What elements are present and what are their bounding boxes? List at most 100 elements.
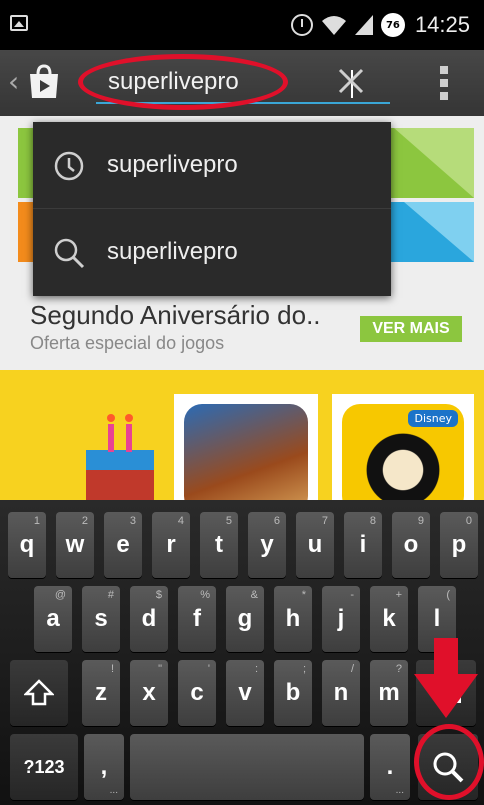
wifi-icon bbox=[321, 16, 346, 35]
key-hint: @ bbox=[54, 589, 66, 601]
status-bar: 76 14:25 bbox=[0, 0, 484, 50]
battery-level: 76 bbox=[385, 19, 400, 31]
key-label: b bbox=[285, 679, 301, 706]
back-chevron-icon[interactable]: ‹ bbox=[8, 68, 19, 96]
app-card-disney[interactable]: Disney bbox=[332, 394, 474, 514]
clear-icon[interactable] bbox=[336, 66, 366, 96]
battery-icon: 76 bbox=[380, 13, 405, 37]
suggestion-item-history[interactable]: superlivepro bbox=[33, 122, 391, 209]
key-hint: ! bbox=[110, 663, 114, 675]
key-label: e bbox=[116, 531, 130, 558]
key-b[interactable]: b; bbox=[274, 660, 312, 726]
key-hint: ? bbox=[395, 663, 402, 675]
overflow-menu-icon[interactable] bbox=[440, 66, 450, 100]
clock-time: 14:25 bbox=[414, 12, 470, 37]
key-hint: 5 bbox=[225, 515, 232, 527]
key-g[interactable]: g & bbox=[226, 586, 264, 652]
key-label: w bbox=[65, 531, 85, 558]
key-t[interactable]: t5 bbox=[200, 512, 238, 578]
key-y[interactable]: y6 bbox=[248, 512, 286, 578]
suggestion-item-search[interactable]: superlivepro bbox=[33, 209, 391, 296]
key-r[interactable]: r4 bbox=[152, 512, 190, 578]
key-label: p bbox=[451, 531, 467, 558]
key-label: f bbox=[193, 605, 201, 632]
key-q[interactable]: q1 bbox=[8, 512, 46, 578]
key-hint: * bbox=[301, 589, 306, 601]
period-more: ... bbox=[395, 785, 404, 796]
key-label: g bbox=[237, 605, 253, 632]
key-label: z bbox=[95, 679, 107, 706]
key-v[interactable]: v: bbox=[226, 660, 264, 726]
key-h[interactable]: h * bbox=[274, 586, 312, 652]
period-label: . bbox=[386, 753, 394, 780]
suggestion-text: superlivepro bbox=[107, 151, 238, 178]
app-card-game-1[interactable] bbox=[174, 394, 318, 514]
key-s[interactable]: s # bbox=[82, 586, 120, 652]
key-u[interactable]: u7 bbox=[296, 512, 334, 578]
space-key[interactable] bbox=[130, 734, 364, 800]
search-suggestions: superlivepro superlivepro bbox=[33, 122, 391, 296]
key-o[interactable]: o9 bbox=[392, 512, 430, 578]
key-label: i bbox=[359, 531, 367, 558]
key-hint: 4 bbox=[177, 515, 184, 527]
suggestion-text: superlivepro bbox=[107, 238, 238, 265]
shift-key[interactable] bbox=[10, 660, 68, 726]
disney-badge: Disney bbox=[408, 410, 458, 427]
key-hint: $ bbox=[155, 589, 162, 601]
key-label: l bbox=[433, 605, 441, 632]
key-c[interactable]: c ' bbox=[178, 660, 216, 726]
symbols-key[interactable]: ?123 bbox=[10, 734, 78, 800]
promo-subtitle: Oferta especial do jogos bbox=[30, 333, 225, 353]
alarm-icon bbox=[290, 14, 313, 36]
key-e[interactable]: e3 bbox=[104, 512, 142, 578]
key-a[interactable]: a @ bbox=[34, 586, 72, 652]
key-label: u bbox=[307, 531, 323, 558]
play-store-icon[interactable] bbox=[26, 64, 62, 100]
key-m[interactable]: m? bbox=[370, 660, 408, 726]
key-hint: & bbox=[250, 589, 258, 601]
key-label: c bbox=[190, 679, 204, 706]
shift-arrow-icon bbox=[24, 679, 54, 706]
key-hint: 6 bbox=[273, 515, 280, 527]
key-hint: 0 bbox=[465, 515, 472, 527]
key-label: o bbox=[403, 531, 419, 558]
signal-icon bbox=[354, 15, 373, 35]
key-p[interactable]: p0 bbox=[440, 512, 478, 578]
key-hint: ; bbox=[302, 663, 306, 675]
key-hint: ( bbox=[446, 589, 450, 601]
comma-label: , bbox=[100, 753, 108, 780]
comma-key[interactable]: , ... bbox=[84, 734, 124, 800]
key-label: a bbox=[46, 605, 60, 632]
search-field-highlight-ring bbox=[78, 54, 288, 110]
red-arrow-down-icon bbox=[414, 638, 478, 718]
key-label: q bbox=[19, 531, 35, 558]
key-label: j bbox=[337, 605, 345, 632]
key-label: m bbox=[378, 679, 400, 706]
key-hint: # bbox=[107, 589, 114, 601]
key-hint: 8 bbox=[369, 515, 376, 527]
key-n[interactable]: n / bbox=[322, 660, 360, 726]
key-w[interactable]: w2 bbox=[56, 512, 94, 578]
key-z[interactable]: z! bbox=[82, 660, 120, 726]
search-key-highlight-ring bbox=[414, 724, 484, 800]
key-d[interactable]: d $ bbox=[130, 586, 168, 652]
key-hint: 1 bbox=[33, 515, 40, 527]
key-hint: ' bbox=[207, 663, 210, 675]
promo-apps-row: Disney bbox=[0, 370, 484, 514]
key-label: k bbox=[382, 605, 396, 632]
period-key[interactable]: . ... bbox=[370, 734, 410, 800]
key-hint: - bbox=[350, 589, 354, 601]
app-icon-disney: Disney bbox=[342, 404, 464, 514]
key-hint: 7 bbox=[321, 515, 328, 527]
key-x[interactable]: x " bbox=[130, 660, 168, 726]
key-hint: / bbox=[350, 663, 354, 675]
ver-mais-button[interactable]: VER MAIS bbox=[360, 316, 462, 342]
key-hint: 2 bbox=[81, 515, 88, 527]
search-icon bbox=[54, 238, 85, 269]
key-j[interactable]: j- bbox=[322, 586, 360, 652]
key-hint: 3 bbox=[129, 515, 136, 527]
key-label: d bbox=[141, 605, 157, 632]
key-k[interactable]: k + bbox=[370, 586, 408, 652]
key-i[interactable]: i8 bbox=[344, 512, 382, 578]
key-f[interactable]: f% bbox=[178, 586, 216, 652]
